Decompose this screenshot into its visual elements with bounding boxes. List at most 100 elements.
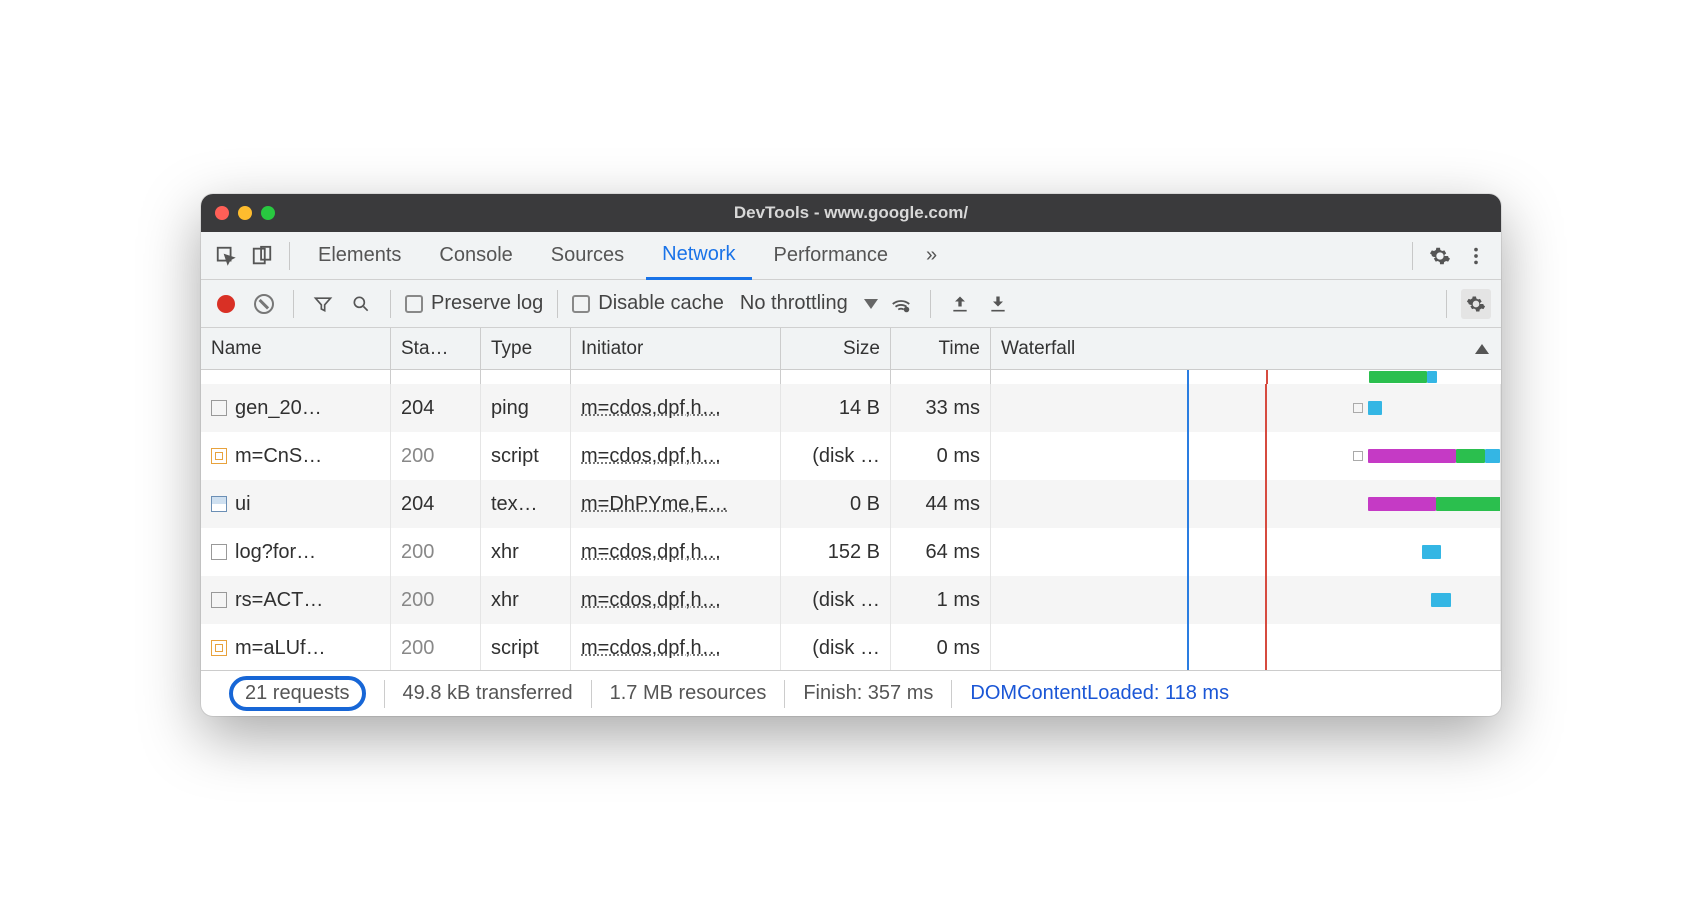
preserve-log-checkbox[interactable]: Preserve log: [405, 292, 543, 315]
divider: [390, 290, 391, 318]
throttling-select[interactable]: No throttling: [740, 292, 878, 315]
waterfall-bar: [1001, 432, 1490, 480]
request-time: 0 ms: [891, 432, 991, 480]
filter-icon[interactable]: [308, 289, 338, 319]
domcontentloaded-time: DOMContentLoaded: 118 ms: [952, 680, 1247, 708]
request-size: (disk …: [781, 576, 891, 624]
device-toolbar-icon[interactable]: [247, 241, 277, 271]
settings-gear-icon[interactable]: [1425, 241, 1455, 271]
request-size: 152 B: [781, 528, 891, 576]
inspect-element-icon[interactable]: [211, 241, 241, 271]
request-row[interactable]: gen_20… 204 ping m=cdos,dpf,h… 14 B 33 m…: [201, 384, 1501, 432]
request-row[interactable]: rs=ACT… 200 xhr m=cdos,dpf,h… (disk … 1 …: [201, 576, 1501, 624]
tab-console[interactable]: Console: [423, 232, 528, 280]
request-status: 200: [391, 432, 481, 480]
request-size: (disk …: [781, 624, 891, 670]
network-conditions-icon[interactable]: [886, 289, 916, 319]
request-type: script: [481, 624, 571, 670]
request-row[interactable]: log?for… 200 xhr m=cdos,dpf,h… 152 B 64 …: [201, 528, 1501, 576]
waterfall-bar: [1001, 576, 1490, 624]
table-header: Name Sta… Type Initiator Size Time Water…: [201, 328, 1501, 370]
file-type-icon: [211, 592, 227, 608]
divider: [289, 242, 290, 270]
waterfall-overview: [1001, 370, 1491, 384]
divider: [557, 290, 558, 318]
network-settings-gear-icon[interactable]: [1461, 289, 1491, 319]
request-initiator[interactable]: m=cdos,dpf,h…: [581, 541, 722, 564]
record-button[interactable]: [211, 289, 241, 319]
download-har-icon[interactable]: [983, 289, 1013, 319]
file-type-icon: [211, 448, 227, 464]
request-type: xhr: [481, 576, 571, 624]
request-row[interactable]: m=CnS… 200 script m=cdos,dpf,h… (disk … …: [201, 432, 1501, 480]
request-status: 200: [391, 528, 481, 576]
sort-asc-icon: [1475, 344, 1489, 354]
request-size: (disk …: [781, 432, 891, 480]
file-type-icon: [211, 400, 227, 416]
request-type: tex…: [481, 480, 571, 528]
tab-network[interactable]: Network: [646, 232, 751, 280]
upload-har-icon[interactable]: [945, 289, 975, 319]
col-header-initiator[interactable]: Initiator: [571, 328, 781, 369]
request-time: 33 ms: [891, 384, 991, 432]
col-header-size[interactable]: Size: [781, 328, 891, 369]
minimize-window-button[interactable]: [238, 206, 252, 220]
disable-cache-checkbox[interactable]: Disable cache: [572, 292, 724, 315]
request-name: m=CnS…: [235, 445, 322, 468]
finish-time: Finish: 357 ms: [785, 680, 952, 708]
load-line: [1266, 370, 1268, 384]
request-size: 14 B: [781, 384, 891, 432]
request-type: script: [481, 432, 571, 480]
preserve-log-label: Preserve log: [431, 292, 543, 315]
tab-sources[interactable]: Sources: [535, 232, 640, 280]
transferred-size: 49.8 kB transferred: [385, 680, 592, 708]
request-row[interactable]: ui 204 tex… m=DhPYme,E… 0 B 44 ms: [201, 480, 1501, 528]
col-header-type[interactable]: Type: [481, 328, 571, 369]
file-type-icon: [211, 496, 227, 512]
divider: [293, 290, 294, 318]
devtools-window: DevTools - www.google.com/ Elements Cons…: [201, 194, 1501, 716]
col-header-waterfall[interactable]: Waterfall: [991, 328, 1501, 369]
request-initiator[interactable]: m=cdos,dpf,h…: [581, 397, 722, 420]
request-time: 0 ms: [891, 624, 991, 670]
request-time: 64 ms: [891, 528, 991, 576]
request-size: 0 B: [781, 480, 891, 528]
panel-tabs: Elements Console Sources Network Perform…: [201, 232, 1501, 280]
throttling-value: No throttling: [740, 292, 848, 315]
request-type: xhr: [481, 528, 571, 576]
request-status: 200: [391, 624, 481, 670]
waterfall-bar: [1001, 384, 1490, 432]
col-header-status[interactable]: Sta…: [391, 328, 481, 369]
request-name: ui: [235, 493, 251, 516]
request-time: 1 ms: [891, 576, 991, 624]
maximize-window-button[interactable]: [261, 206, 275, 220]
file-type-icon: [211, 640, 227, 656]
request-name: rs=ACT…: [235, 589, 323, 612]
tab-elements[interactable]: Elements: [302, 232, 417, 280]
request-initiator[interactable]: m=DhPYme,E…: [581, 493, 728, 516]
clear-button[interactable]: [249, 289, 279, 319]
tab-overflow[interactable]: »: [910, 232, 953, 280]
col-header-name[interactable]: Name: [201, 328, 391, 369]
divider: [1412, 242, 1413, 270]
tab-performance[interactable]: Performance: [758, 232, 905, 280]
dcl-line: [1187, 370, 1189, 384]
request-initiator[interactable]: m=cdos,dpf,h…: [581, 589, 722, 612]
col-header-time[interactable]: Time: [891, 328, 991, 369]
request-row[interactable]: m=aLUf… 200 script m=cdos,dpf,h… (disk ……: [201, 624, 1501, 670]
request-name: m=aLUf…: [235, 637, 326, 660]
divider: [930, 290, 931, 318]
request-initiator[interactable]: m=cdos,dpf,h…: [581, 637, 722, 660]
request-name: gen_20…: [235, 397, 322, 420]
request-status: 200: [391, 576, 481, 624]
file-type-icon: [211, 544, 227, 560]
titlebar: DevTools - www.google.com/: [201, 194, 1501, 232]
kebab-menu-icon[interactable]: [1461, 241, 1491, 271]
window-controls: [215, 206, 275, 220]
waterfall-bar: [1001, 624, 1490, 670]
search-icon[interactable]: [346, 289, 376, 319]
request-initiator[interactable]: m=cdos,dpf,h…: [581, 445, 722, 468]
resources-size: 1.7 MB resources: [592, 680, 786, 708]
close-window-button[interactable]: [215, 206, 229, 220]
window-title: DevTools - www.google.com/: [201, 203, 1501, 223]
